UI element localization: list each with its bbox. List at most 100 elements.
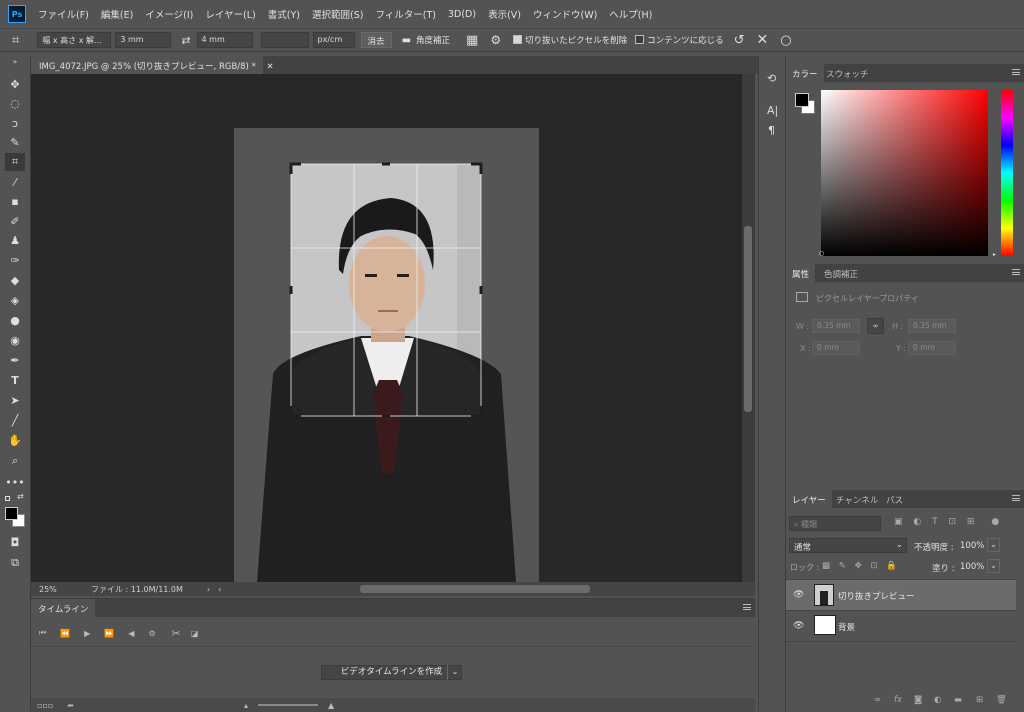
- visibility-eye-icon[interactable]: 👁: [793, 621, 804, 631]
- straighten-label[interactable]: 角度補正: [416, 34, 450, 46]
- crop-preset-select[interactable]: 幅 x 高さ x 解...: [37, 32, 112, 48]
- crop-height-input[interactable]: 4 mm: [196, 32, 253, 48]
- document-image[interactable]: [31, 74, 742, 582]
- healing-brush-tool-icon[interactable]: ▪: [5, 193, 25, 211]
- reset-icon[interactable]: ↺: [734, 33, 745, 48]
- content-aware-checkbox[interactable]: コンテンツに応じる: [635, 34, 724, 46]
- eraser-tool-icon[interactable]: ◆: [5, 272, 25, 290]
- crop-tool-preset-icon[interactable]: ⌗: [12, 33, 19, 48]
- layer-row-background[interactable]: 👁 背景: [786, 611, 1016, 642]
- new-layer-icon[interactable]: ⊞: [976, 695, 983, 705]
- menu-file[interactable]: ファイル(F): [32, 7, 95, 21]
- resolution-unit-select[interactable]: px/cm: [312, 32, 355, 48]
- lock-transparent-pixels-icon[interactable]: ▩: [822, 561, 830, 571]
- tab-adjustments[interactable]: 色調補正: [818, 264, 864, 282]
- menu-edit[interactable]: 編集(E): [95, 7, 139, 21]
- quick-mask-icon[interactable]: ◘: [5, 534, 25, 552]
- blur-tool-icon[interactable]: ●: [5, 312, 25, 330]
- layer-name[interactable]: 背景: [838, 621, 855, 633]
- link-layers-icon[interactable]: ∞: [874, 695, 881, 705]
- timeline-zoom-slider[interactable]: [257, 704, 318, 706]
- crop-overlay-grid-icon[interactable]: ▦: [466, 33, 478, 48]
- split-clip-icon[interactable]: ✂: [172, 627, 181, 640]
- screen-mode-icon[interactable]: ⧉: [5, 554, 25, 572]
- tab-swatches[interactable]: スウォッチ: [820, 64, 875, 82]
- swap-colors-icon[interactable]: ⇄: [17, 492, 24, 501]
- opacity-value[interactable]: 100%: [960, 541, 984, 551]
- visibility-eye-icon[interactable]: 👁: [793, 590, 804, 600]
- zoom-level[interactable]: 25%: [39, 585, 91, 594]
- quick-selection-tool-icon[interactable]: ✎: [5, 134, 25, 152]
- lock-all-icon[interactable]: 🔒: [886, 561, 897, 571]
- marquee-tool-icon[interactable]: ◌: [5, 95, 25, 113]
- layer-style-fx-icon[interactable]: fx: [894, 695, 902, 705]
- delete-layer-icon[interactable]: 🗑: [996, 695, 1007, 705]
- panel-menu-icon[interactable]: [743, 604, 751, 610]
- character-panel-icon[interactable]: A|: [767, 104, 778, 117]
- menu-view[interactable]: 表示(V): [482, 7, 527, 21]
- layer-name[interactable]: 切り抜きプレビュー: [838, 590, 915, 602]
- history-panel-icon[interactable]: ⟲: [767, 72, 776, 85]
- tab-layers[interactable]: レイヤー: [786, 490, 832, 508]
- brush-tool-icon[interactable]: ✐: [5, 213, 25, 231]
- paragraph-panel-icon[interactable]: ¶: [768, 124, 775, 137]
- tab-color[interactable]: カラー: [786, 64, 824, 82]
- zoom-tool-icon[interactable]: ⌕: [5, 452, 25, 470]
- settings-gear-icon[interactable]: ⚙: [148, 629, 155, 638]
- color-picker-field[interactable]: [821, 90, 988, 256]
- layer-row-crop-preview[interactable]: 👁 切り抜きプレビュー: [786, 580, 1016, 611]
- audio-icon[interactable]: ◀: [128, 629, 134, 638]
- type-tool-icon[interactable]: T: [5, 372, 25, 390]
- hue-slider-handle-icon[interactable]: ▸: [993, 251, 996, 258]
- more-tools-icon[interactable]: •••: [5, 474, 25, 492]
- horizontal-scroll-thumb[interactable]: [360, 585, 590, 593]
- link-dimensions-icon[interactable]: ∞: [867, 318, 884, 334]
- create-video-timeline-button[interactable]: ビデオタイムラインを作成: [321, 665, 462, 680]
- document-tab[interactable]: IMG_4072.JPG @ 25% (切り抜きプレビュー, RGB/8) * …: [31, 56, 274, 74]
- zoom-in-timeline-icon[interactable]: ▲: [328, 701, 334, 710]
- next-frame-icon[interactable]: ⏩: [104, 629, 114, 638]
- layer-mask-icon[interactable]: ◙: [914, 695, 922, 705]
- menu-image[interactable]: イメージ(I): [139, 7, 199, 21]
- filter-adjustment-layer-icon[interactable]: ◐: [913, 517, 921, 527]
- clear-button[interactable]: 消去: [360, 32, 392, 48]
- resolution-input[interactable]: [260, 32, 309, 48]
- zoom-out-timeline-icon[interactable]: ▴: [244, 701, 248, 710]
- line-tool-icon[interactable]: ╱: [5, 412, 25, 430]
- lock-image-pixels-icon[interactable]: ✎: [839, 561, 846, 571]
- transition-icon[interactable]: ◪: [191, 629, 199, 638]
- panel-menu-icon[interactable]: [1012, 269, 1020, 275]
- panel-menu-icon[interactable]: [1012, 69, 1020, 75]
- close-tab-icon[interactable]: ✕: [267, 62, 274, 72]
- lock-artboard-icon[interactable]: ⊡: [870, 561, 877, 571]
- previous-frame-icon[interactable]: ⏪: [60, 629, 70, 638]
- crop-width-input[interactable]: 3 mm: [115, 32, 172, 48]
- crop-tool-icon[interactable]: ⌗: [5, 153, 25, 171]
- cancel-crop-icon[interactable]: ✕: [757, 32, 769, 48]
- hue-slider[interactable]: [1001, 90, 1013, 256]
- first-frame-icon[interactable]: ⏮: [39, 628, 46, 638]
- tab-paths[interactable]: パス: [880, 490, 909, 508]
- y-field[interactable]: 0 mm: [908, 341, 956, 355]
- fill-dropdown-icon[interactable]: ⌄: [987, 559, 1000, 573]
- menu-layer[interactable]: レイヤー(L): [199, 7, 261, 21]
- play-icon[interactable]: ▶: [84, 629, 90, 638]
- filter-pixel-layer-icon[interactable]: ▣: [894, 517, 903, 527]
- status-arrow-icon[interactable]: ›: [207, 585, 210, 594]
- paint-bucket-tool-icon[interactable]: ◈: [5, 292, 25, 310]
- filter-shape-layer-icon[interactable]: ⊡: [949, 517, 957, 527]
- commit-crop-icon[interactable]: ○: [780, 33, 791, 48]
- checkbox-checked-icon[interactable]: [513, 35, 523, 44]
- blend-mode-select[interactable]: 通常 ⌄: [789, 538, 907, 553]
- hand-tool-icon[interactable]: ✋: [5, 432, 25, 450]
- adjustment-layer-icon[interactable]: ◐: [934, 695, 941, 705]
- filter-smart-object-icon[interactable]: ⊞: [967, 517, 975, 527]
- dodge-tool-icon[interactable]: ◉: [5, 332, 25, 350]
- timeline-tab[interactable]: タイムライン: [31, 599, 96, 617]
- move-tool-icon[interactable]: ✥: [5, 76, 25, 94]
- swap-dimensions-icon[interactable]: ⇄: [181, 34, 190, 47]
- canvas-area[interactable]: [31, 74, 742, 582]
- render-video-icon[interactable]: ➦: [67, 701, 74, 710]
- fill-value[interactable]: 100%: [960, 562, 984, 572]
- lock-position-icon[interactable]: ✥: [855, 561, 862, 571]
